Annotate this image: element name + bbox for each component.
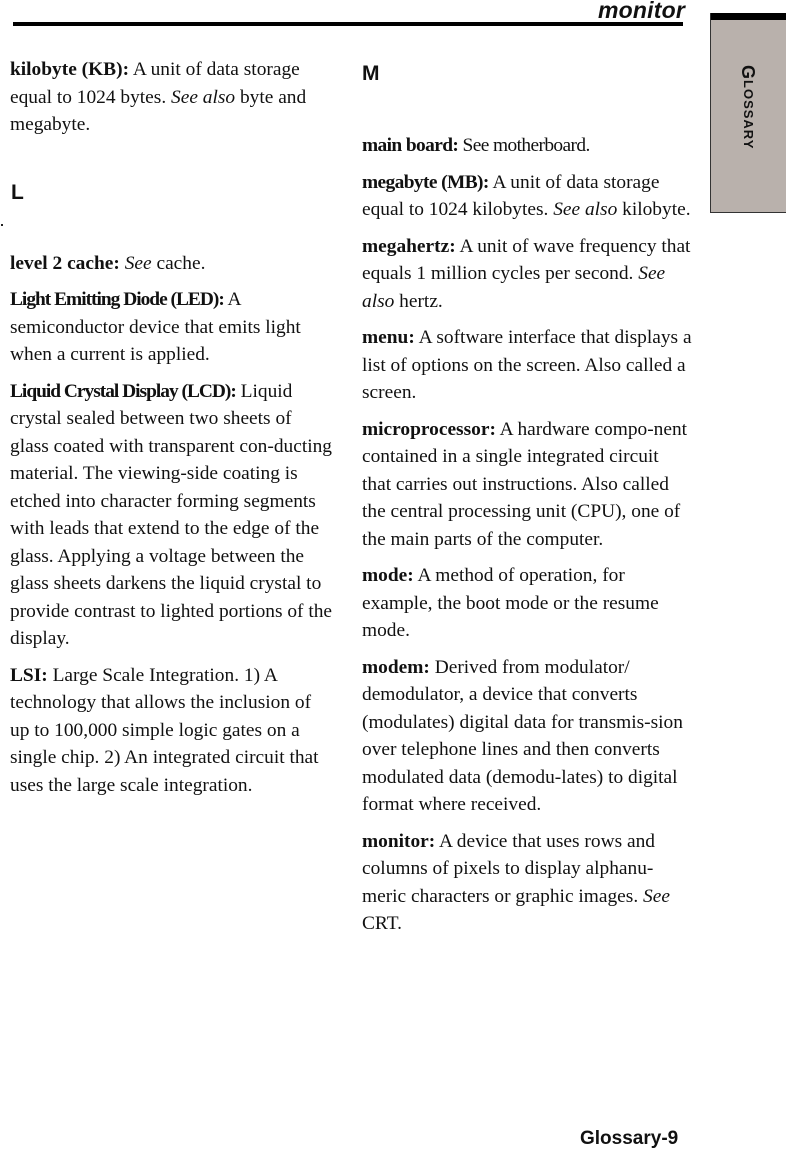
entry-mode: mode: A method of operation, for example… xyxy=(362,562,692,645)
entry-lcd: Liquid Crystal Display (LCD): Liquid cry… xyxy=(10,378,335,653)
entry-modem: modem: Derived from modulator/ demodulat… xyxy=(362,654,692,819)
section-letter-m: M xyxy=(362,62,380,85)
see-also-ref: See also xyxy=(171,86,236,108)
entry-term: menu: xyxy=(362,327,415,348)
tab-label-initial: G xyxy=(738,65,758,81)
entry-text: Liquid crystal sealed between two sheets… xyxy=(10,380,333,650)
entry-term: Light Emitting Diode (LED): xyxy=(10,289,225,310)
stray-mark xyxy=(1,224,3,226)
entry-megabyte: megabyte (MB): A unit of data storage eq… xyxy=(362,169,692,224)
entry-term: monitor: xyxy=(362,830,436,852)
entry-kilobyte: kilobyte (KB): A unit of data storage eq… xyxy=(10,56,335,139)
entry-term: main board: xyxy=(362,135,459,156)
entry-microprocessor: microprocessor: A hardware compo-nent co… xyxy=(362,416,692,554)
entry-level-2-cache: level 2 cache: See cache. xyxy=(10,250,335,278)
entry-lsi: LSI: Large Scale Integration. 1) A techn… xyxy=(10,662,335,800)
tab-label: GLOSSARY xyxy=(737,65,758,149)
entry-term: Liquid Crystal Display (LCD): xyxy=(10,380,237,402)
entry-term: LSI: xyxy=(10,664,48,686)
entry-term: megabyte (MB): xyxy=(362,171,489,193)
right-column: main board: See motherboard. megabyte (M… xyxy=(362,132,692,947)
entry-term: level 2 cache: xyxy=(10,252,120,274)
entry-led: Light Emitting Diode (LED): A semiconduc… xyxy=(10,286,335,369)
see-ref: See xyxy=(124,252,152,274)
entry-term: modem: xyxy=(362,656,430,678)
tab-label-rest: LOSSARY xyxy=(741,80,756,150)
entry-term: microprocessor: xyxy=(362,418,496,440)
entry-text: CRT. xyxy=(362,913,402,934)
entry-term: megahertz: xyxy=(362,235,456,257)
running-head: monitor xyxy=(598,0,685,23)
entry-text: Derived from modulator/ demodulator, a d… xyxy=(362,656,683,816)
entry-text: Large Scale Integration. 1) A technology… xyxy=(10,664,319,796)
entry-text: cache. xyxy=(151,252,206,274)
tab-top-band xyxy=(711,13,786,20)
header-rule xyxy=(13,22,683,26)
entry-text: See motherboard. xyxy=(458,135,591,156)
entry-text: hertz. xyxy=(394,290,443,312)
entry-term: mode: xyxy=(362,565,414,586)
see-ref: See xyxy=(643,885,670,907)
entry-term: kilobyte (KB): xyxy=(10,59,130,80)
glossary-side-tab: GLOSSARY xyxy=(710,13,786,213)
entry-megahertz: megahertz: A unit of wave frequency that… xyxy=(362,233,692,316)
left-column: kilobyte (KB): A unit of data storage eq… xyxy=(10,56,335,808)
entry-text: kilobyte. xyxy=(617,199,691,220)
page-number: Glossary-9 xyxy=(580,1128,679,1149)
see-also-ref: See also xyxy=(553,199,618,220)
entry-menu: menu: A software interface that displays… xyxy=(362,324,692,407)
entry-main-board: main board: See motherboard. xyxy=(362,132,692,160)
entry-monitor: monitor: A device that uses rows and col… xyxy=(362,828,692,938)
